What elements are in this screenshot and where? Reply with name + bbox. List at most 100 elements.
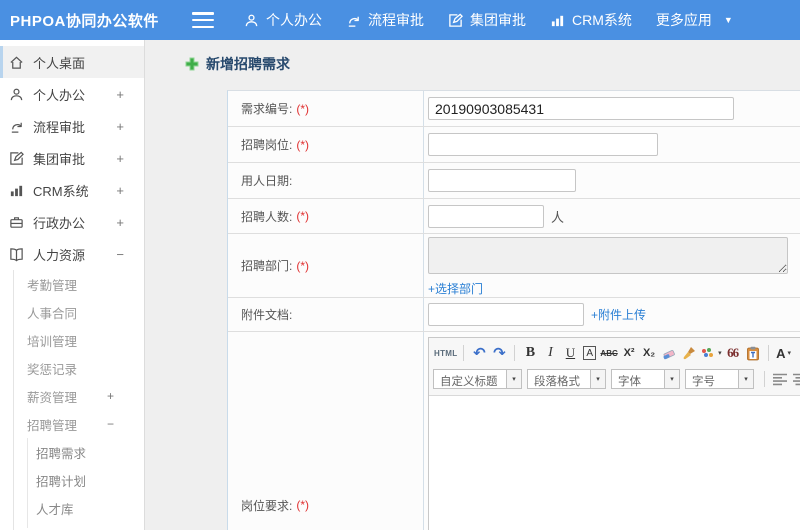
field-label: 用人日期: (228, 163, 424, 198)
form-row-department: 招聘部门: (*) +选择部门 (228, 234, 800, 298)
sidebar-item-label: 个人桌面 (33, 55, 86, 71)
home-icon (10, 56, 23, 69)
caret-down-icon: ▼ (723, 15, 733, 25)
expand-icon[interactable]: + (116, 151, 124, 166)
top-nav: 个人办公 流程审批 集团审批 CRM系统 更多应用 ▼ (244, 10, 757, 30)
undo-icon[interactable]: ↶ (470, 343, 488, 363)
subscript-button[interactable]: X₂ (640, 343, 658, 363)
topnav-label: 更多应用 (655, 12, 712, 28)
required-mark: (*) (296, 258, 310, 273)
sidebar-item-label: 培训管理 (27, 334, 78, 349)
attachment-input[interactable] (428, 303, 584, 326)
expand-icon[interactable]: + (116, 119, 124, 134)
sidebar-item-recruit-mgmt[interactable]: 招聘管理 − (0, 410, 144, 438)
custom-title-select[interactable]: 自定义标题 ▾ (433, 369, 522, 389)
sidebar-item-label: 人力资源 (33, 247, 86, 263)
caret-down-icon: ▾ (664, 370, 679, 388)
underline-button[interactable]: U (561, 343, 579, 363)
superscript-button[interactable]: X² (620, 343, 638, 363)
app-window: PHPOA协同办公软件 个人办公 流程审批 集团审批 CRM系统 更多应用 ▼ … (0, 0, 800, 530)
blockquote-button[interactable]: 66 (724, 343, 742, 363)
format-brush-icon[interactable] (680, 343, 698, 363)
color-palette-icon[interactable]: ▾ (700, 343, 722, 363)
sidebar-item-admin-office[interactable]: 行政办公 + (0, 206, 144, 238)
caret-down-icon: ▾ (718, 350, 722, 357)
eraser-icon[interactable] (660, 343, 678, 363)
align-center-icon[interactable] (791, 369, 800, 389)
topnav-workflow-approval[interactable]: 流程审批 (346, 10, 424, 30)
caret-down-icon: ▾ (506, 370, 521, 388)
hire-date-input[interactable] (428, 169, 576, 192)
sidebar-item-human-resources[interactable]: 人力资源 − (0, 238, 144, 270)
position-input[interactable] (428, 133, 658, 156)
sidebar-item-label: 薪资管理 (27, 390, 78, 405)
highlight-color-button[interactable]: a (795, 343, 800, 363)
menu-icon[interactable] (192, 12, 214, 28)
char-border-button[interactable]: A (583, 346, 597, 360)
bar-chart-icon (10, 185, 23, 196)
recruit-demand-form: 需求编号: (*) 招聘岗位: (*) (227, 90, 800, 530)
select-department-link[interactable]: +选择部门 (428, 280, 483, 297)
sidebar-item-talent-pool[interactable]: 人才库 (0, 494, 144, 522)
sidebar-item-personal-desktop[interactable]: 个人桌面 (0, 46, 144, 78)
sidebar-item-workflow-approval[interactable]: 流程审批 + (0, 110, 144, 142)
expand-icon[interactable]: + (116, 87, 124, 102)
field-label: 招聘部门: (*) (228, 234, 424, 297)
font-size-select[interactable]: 字号 ▾ (685, 369, 754, 389)
expand-icon[interactable]: − (116, 247, 124, 262)
field-label: 需求编号: (*) (228, 91, 424, 126)
editor-content-area[interactable] (429, 396, 800, 530)
form-row-attachment: 附件文档: +附件上传 (228, 298, 800, 332)
sidebar-item-training-mgmt[interactable]: 培训管理 (0, 326, 144, 354)
bold-button[interactable]: B (521, 343, 539, 363)
expand-icon[interactable]: + (116, 215, 124, 230)
paste-text-icon[interactable] (744, 343, 762, 363)
align-left-icon[interactable] (771, 369, 789, 389)
required-mark: (*) (296, 498, 310, 512)
sidebar-item-recruit-plan[interactable]: 招聘计划 (0, 466, 144, 494)
sidebar-item-label: CRM系统 (33, 183, 89, 199)
hr-submenu: 考勤管理 人事合同 培训管理 奖惩记录 薪资管理 + 招聘管理 − 招聘需求 招… (0, 270, 144, 530)
topnav-more-apps[interactable]: 更多应用 ▼ (656, 10, 733, 30)
form-row-date: 用人日期: (228, 163, 800, 199)
sidebar-item-attendance-mgmt[interactable]: 考勤管理 (0, 270, 144, 298)
html-source-button[interactable]: HTML (434, 343, 457, 363)
user-icon (10, 88, 23, 100)
flow-icon (11, 122, 22, 133)
sidebar-item-recruit-demand[interactable]: 招聘需求 (0, 438, 144, 466)
topnav-label: 流程审批 (368, 12, 424, 28)
department-textarea[interactable] (428, 237, 788, 274)
sidebar-item-hr-contract[interactable]: 人事合同 (0, 298, 144, 326)
sidebar-item-group-approval[interactable]: 集团审批 + (0, 142, 144, 174)
paragraph-format-select[interactable]: 段落格式 ▾ (527, 369, 606, 389)
demand-no-input[interactable] (428, 97, 734, 120)
sidebar-item-salary-mgmt[interactable]: 薪资管理 + (0, 382, 144, 410)
expand-icon[interactable]: + (116, 183, 124, 198)
topnav-group-approval[interactable]: 集团审批 (448, 10, 526, 30)
field-label: 招聘岗位: (*) (228, 127, 424, 162)
expand-icon[interactable]: − (107, 417, 114, 431)
edit-icon (449, 13, 463, 27)
flow-icon (348, 16, 359, 27)
add-icon (185, 57, 199, 71)
form-row-position: 招聘岗位: (*) (228, 127, 800, 163)
sidebar-item-crm-system[interactable]: CRM系统 + (0, 174, 144, 206)
redo-icon[interactable]: ↷ (490, 343, 508, 363)
sidebar-item-personal-office[interactable]: 个人办公 + (0, 78, 144, 110)
sidebar-item-label: 招聘管理 (27, 418, 78, 433)
upload-attachment-link[interactable]: +附件上传 (591, 306, 646, 323)
expand-icon[interactable]: + (107, 389, 114, 403)
sidebar-item-label: 个人办公 (33, 87, 86, 103)
required-mark: (*) (296, 101, 310, 116)
briefcase-icon (10, 216, 23, 228)
topnav-personal-office[interactable]: 个人办公 (244, 10, 322, 30)
sidebar-item-reward-punishment[interactable]: 奖惩记录 (0, 354, 144, 382)
headcount-input[interactable] (428, 204, 544, 228)
topnav-crm-system[interactable]: CRM系统 (550, 10, 632, 30)
font-family-select[interactable]: 字体 ▾ (611, 369, 680, 389)
sidebar-item-label: 人才库 (36, 502, 74, 517)
italic-button[interactable]: I (541, 343, 559, 363)
app-logo: PHPOA协同办公软件 (10, 12, 159, 30)
font-color-button[interactable]: A ▾ (775, 343, 793, 363)
strikethrough-button[interactable]: ABC (600, 343, 618, 363)
